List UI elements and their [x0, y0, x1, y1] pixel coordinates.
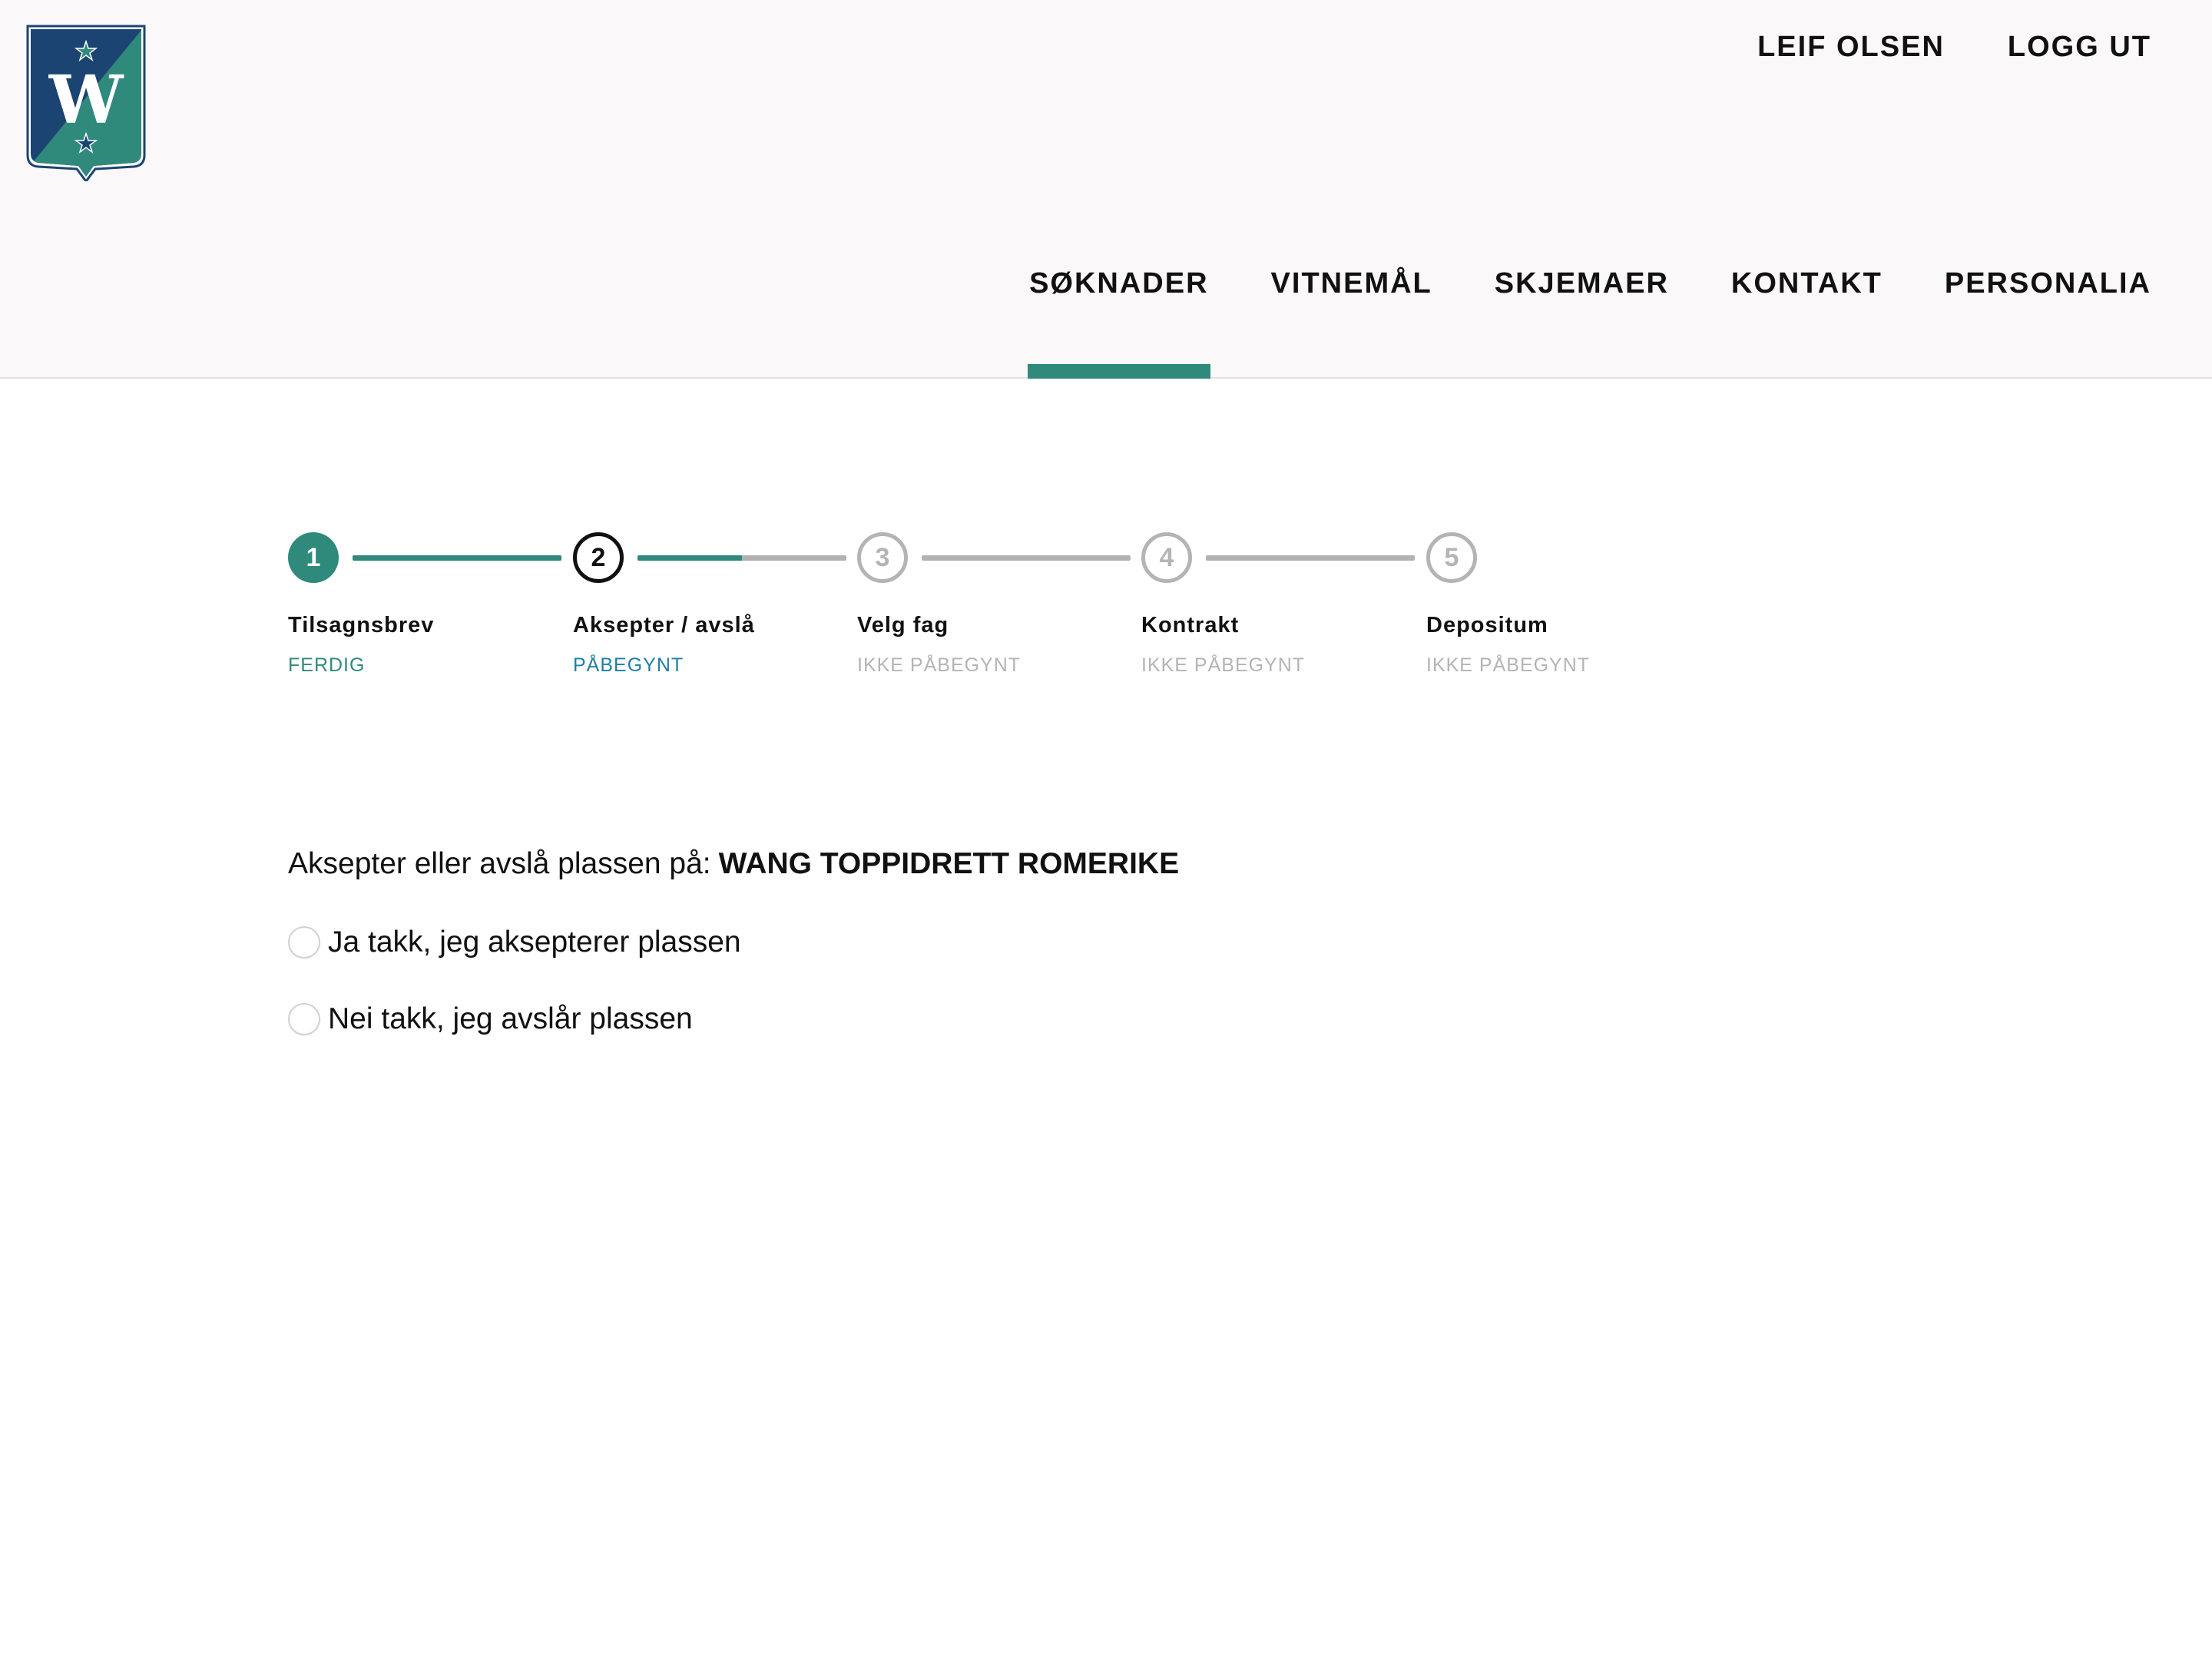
step-label: Kontrakt	[1141, 613, 1240, 637]
step-label: Depositum	[1426, 613, 1548, 637]
nav-item-vitnemal[interactable]: VITNEMÅL	[1271, 264, 1432, 303]
account-links: LEIF OLSEN LOGG UT	[1757, 28, 2151, 66]
decline-option-label: Nei takk, jeg avslår plassen	[328, 1002, 693, 1035]
step-label: Velg fag	[857, 613, 949, 637]
school-name: WANG TOPPIDRETT ROMERIKE	[718, 847, 1180, 880]
decline-radio[interactable]	[288, 1003, 320, 1035]
user-name-link[interactable]: LEIF OLSEN	[1757, 28, 1945, 66]
main-nav: SØKNADER VITNEMÅL SKJEMAER KONTAKT PERSO…	[1028, 264, 2151, 379]
progress-stepper: 1 Tilsagnsbrev FERDIG 2 Aksepter / avslå…	[288, 532, 1686, 686]
step-status: IKKE PÅBEGYNT	[857, 654, 1022, 676]
step-connector-fill	[353, 555, 561, 561]
accept-option-label: Ja takk, jeg aksepterer plassen	[328, 926, 741, 959]
shield-logo-icon: W	[26, 25, 146, 181]
site-header: W LEIF OLSEN LOGG UT SØKNADER VITNEMÅL S…	[0, 0, 2212, 379]
step-number: 5	[1426, 532, 1477, 583]
nav-item-soknader[interactable]: SØKNADER	[1028, 264, 1211, 379]
nav-item-personalia[interactable]: PERSONALIA	[1945, 264, 2151, 303]
step-number: 3	[857, 532, 908, 583]
accept-radio[interactable]	[288, 926, 320, 959]
step-connector	[353, 555, 561, 561]
step-number: 2	[573, 532, 624, 583]
step-label: Aksepter / avslå	[573, 613, 755, 637]
logout-link[interactable]: LOGG UT	[2008, 28, 2151, 66]
step-connector	[922, 555, 1131, 561]
step-status: PÅBEGYNT	[573, 654, 684, 676]
step-status: FERDIG	[288, 654, 366, 676]
accept-question: Aksepter eller avslå plassen på: WANG TOP…	[288, 845, 1179, 883]
step-connector	[637, 555, 846, 561]
step-status: IKKE PÅBEGYNT	[1426, 654, 1591, 676]
school-logo[interactable]: W	[26, 25, 146, 181]
step-status: IKKE PÅBEGYNT	[1141, 654, 1306, 676]
question-prompt: Aksepter eller avslå plassen på:	[288, 847, 711, 880]
step-number: 1	[288, 532, 339, 583]
step-label: Tilsagnsbrev	[288, 613, 435, 637]
step-number: 4	[1141, 532, 1192, 583]
nav-item-skjemaer[interactable]: SKJEMAER	[1495, 264, 1669, 303]
nav-item-kontakt[interactable]: KONTAKT	[1731, 264, 1883, 303]
accept-option[interactable]: Ja takk, jeg aksepterer plassen	[288, 923, 741, 962]
step-connector	[1206, 555, 1415, 561]
logo-letter: W	[48, 61, 124, 139]
decline-option[interactable]: Nei takk, jeg avslår plassen	[288, 1000, 693, 1038]
step-connector-fill	[637, 555, 742, 561]
